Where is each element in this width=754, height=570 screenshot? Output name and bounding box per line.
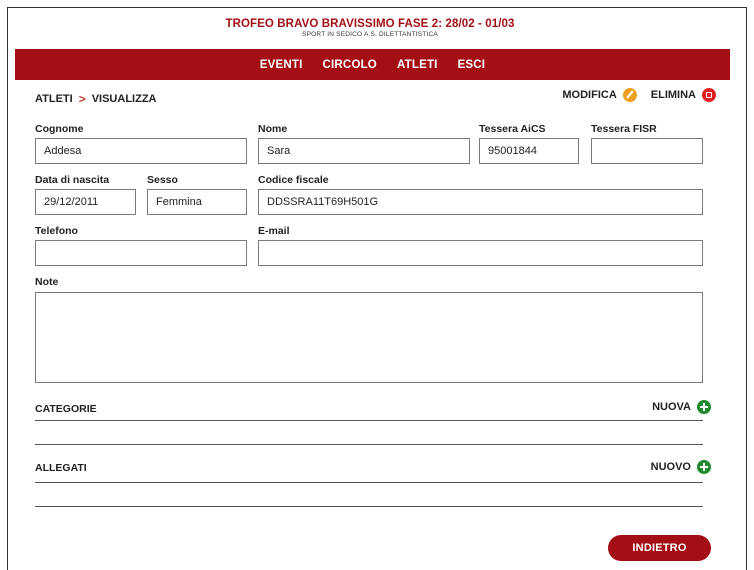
add-categoria-label: NUOVA — [652, 401, 691, 413]
back-button[interactable]: INDIETRO — [608, 535, 711, 561]
record-actions: MODIFICA ELIMINA — [548, 88, 716, 102]
delete-icon — [702, 88, 716, 102]
pencil-icon — [622, 88, 637, 102]
nav-item-esci[interactable]: ESCI — [458, 59, 486, 71]
cognome-label: Cognome — [35, 123, 84, 135]
chevron-right-icon: > — [78, 92, 86, 106]
email-label: E-mail — [258, 225, 290, 237]
telefono-label: Telefono — [35, 225, 78, 237]
nome-field[interactable]: Sara — [258, 138, 470, 164]
categorie-list-bottom — [35, 444, 703, 445]
breadcrumb: ATLETI > VISUALIZZA — [35, 92, 156, 106]
page-header: TROFEO BRAVO BRAVISSIMO FASE 2: 28/02 - … — [0, 18, 740, 38]
event-title: TROFEO BRAVO BRAVISSIMO FASE 2: 28/02 - … — [225, 18, 515, 30]
allegati-title: ALLEGATI — [35, 462, 87, 474]
plus-icon — [697, 400, 711, 414]
sesso-select[interactable]: Femmina — [147, 189, 247, 215]
breadcrumb-section[interactable]: ATLETI — [35, 93, 73, 105]
plus-icon — [697, 460, 711, 474]
codice-fiscale-label: Codice fiscale — [258, 174, 329, 186]
delete-button[interactable]: ELIMINA — [651, 88, 716, 102]
sesso-label: Sesso — [147, 174, 178, 186]
nome-label: Nome — [258, 123, 288, 135]
data-nascita-label: Data di nascita — [35, 174, 110, 186]
cognome-field[interactable]: Addesa — [35, 138, 247, 164]
nav-item-eventi[interactable]: EVENTI — [260, 59, 303, 71]
add-allegato-button[interactable]: NUOVO — [651, 460, 711, 474]
email-field[interactable] — [258, 240, 703, 266]
data-nascita-field[interactable]: 29/12/2011 — [35, 189, 136, 215]
note-label: Note — [35, 276, 59, 288]
tessera-fisr-label: Tessera FISR — [591, 123, 657, 135]
club-subtitle: SPORT IN SEDICO A.S. DILETTANTISTICA — [302, 31, 438, 38]
delete-label: ELIMINA — [650, 89, 696, 101]
edit-label: MODIFICA — [562, 89, 617, 101]
tessera-fisr-field[interactable] — [591, 138, 703, 164]
categorie-title: CATEGORIE — [35, 403, 97, 415]
edit-button[interactable]: MODIFICA — [562, 88, 637, 102]
telefono-field[interactable] — [35, 240, 247, 266]
categorie-divider — [35, 420, 703, 421]
nav-item-atleti[interactable]: ATLETI — [397, 59, 438, 71]
tessera-aics-field[interactable]: 95001844 — [479, 138, 579, 164]
note-textarea[interactable] — [35, 292, 703, 383]
tessera-aics-label: Tessera AiCS — [479, 123, 546, 135]
main-nav: EVENTI CIRCOLO ATLETI ESCI — [15, 49, 730, 80]
allegati-list-bottom — [35, 506, 703, 507]
add-allegato-label: NUOVO — [650, 461, 691, 473]
nav-item-circolo[interactable]: CIRCOLO — [323, 59, 377, 71]
allegati-divider — [35, 482, 703, 483]
add-categoria-button[interactable]: NUOVA — [652, 400, 711, 414]
codice-fiscale-field[interactable]: DDSSRA11T69H501G — [258, 189, 703, 215]
breadcrumb-page: VISUALIZZA — [91, 93, 157, 105]
